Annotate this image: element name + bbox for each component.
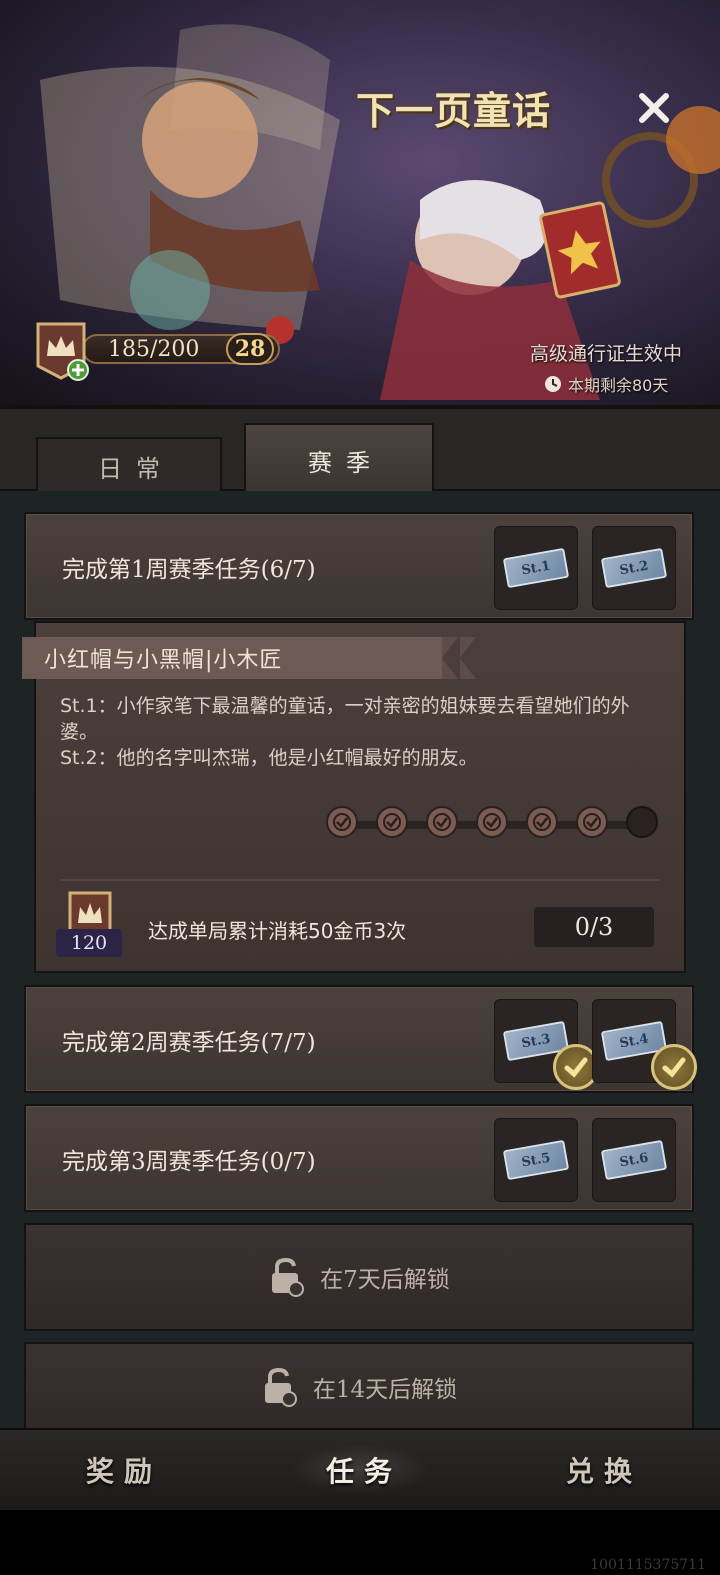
ribbon-decoration [442,637,458,679]
crown-badge-icon[interactable] [32,320,90,382]
exp-value: 185/200 [108,336,200,362]
footer: 1001115375711 [0,1510,720,1575]
lock-icon [264,1367,297,1407]
check-icon [333,813,351,831]
progress-node-pending [626,806,658,838]
season-task-list[interactable]: 完成第1周赛季任务(6/7) St.1 St.2 小红帽与小黑帽|小木匠 St.… [0,491,720,1432]
reward-slot[interactable]: St.3 [494,999,599,1090]
story-detail-card: 小红帽与小黑帽|小木匠 St.1：小作家笔下最温馨的童话，一对亲密的姐妹要去看望… [22,621,686,973]
week-task-title: 完成第2周赛季任务(7/7) [62,1030,316,1056]
nav-rewards[interactable]: 奖励 [86,1450,162,1490]
app-root: 下一页童话 185/200 28 高级通行证生效中 本期剩余80天 日常 赛季 [0,0,720,1575]
reward-slot[interactable]: St.4 [592,999,697,1090]
check-icon [533,813,551,831]
story-ticket-icon: St.2 [600,547,668,589]
task-progress: 0/3 [534,907,654,947]
story-ticket-icon: St.5 [502,1139,570,1181]
season-time-remaining: 本期剩余80天 [544,372,668,396]
season-level: 28 [226,333,274,365]
week-task-progress: (7/7) [260,1030,316,1056]
unlock-countdown: 在7天后解锁 [320,1267,450,1293]
nav-tasks[interactable]: 任务 [326,1450,402,1490]
check-icon [383,813,401,831]
story-label: St.2 [60,747,98,769]
check-icon [433,813,451,831]
days-left-text: 本期剩余80天 [568,376,669,395]
nav-exchange[interactable]: 兑换 [566,1450,642,1490]
check-icon [583,813,601,831]
progress-node-complete [476,806,508,838]
tab-season[interactable]: 赛季 [244,423,434,495]
story-description: St.1：小作家笔下最温馨的童话，一对亲密的姐妹要去看望她们的外婆。 St.2：… [60,695,630,769]
season-banner: 下一页童话 185/200 28 高级通行证生效中 本期剩余80天 [0,0,720,405]
event-title: 下一页童话 [356,88,552,133]
week-task-card[interactable]: 完成第3周赛季任务(0/7) St.5 St.6 [24,1104,694,1212]
divider [60,879,660,881]
reward-slot[interactable]: St.2 [592,526,676,610]
lock-icon [272,1257,305,1297]
story-ticket-icon: St.6 [600,1139,668,1181]
week-task-progress: (0/7) [260,1149,316,1175]
progress-node-complete [326,806,358,838]
tab-daily[interactable]: 日常 [36,437,222,495]
story-ticket-icon: St.1 [502,547,570,589]
task-tab-bar: 日常 赛季 [0,405,720,495]
week-task-card[interactable]: 完成第2周赛季任务(7/7) St.3 St.4 [24,985,697,1093]
close-button[interactable] [630,84,678,132]
progress-node-complete [576,806,608,838]
ribbon-decoration [460,637,476,679]
reward-slot[interactable]: St.5 [494,1118,578,1202]
week-task-title: 完成第3周赛季任务(0/7) [62,1149,316,1175]
progress-node-complete [376,806,408,838]
progress-node-complete [426,806,458,838]
bottom-navigation: 奖励 任务 兑换 [0,1428,720,1510]
premium-pass-status: 高级通行证生效中 [530,343,683,365]
unlock-countdown: 在14天后解锁 [312,1377,458,1403]
claimed-check-icon [651,1044,697,1090]
week-task-title: 完成第1周赛季任务(6/7) [62,557,316,583]
locked-week-card: 在7天后解锁 [24,1223,694,1331]
week-task-progress: (6/7) [260,557,316,583]
build-id: 1001115375711 [590,1557,706,1573]
task-description: 达成单局累计消耗50金币3次 [148,919,407,943]
clock-icon [545,376,561,392]
task-reward-amount: 120 [56,929,122,957]
story-label: St.1 [60,695,98,717]
locked-week-card: 在14天后解锁 [24,1342,694,1432]
progress-node-complete [526,806,558,838]
reward-slot[interactable]: St.6 [592,1118,676,1202]
reward-slot[interactable]: St.1 [494,526,578,610]
week-task-card[interactable]: 完成第1周赛季任务(6/7) St.1 St.2 [24,512,694,620]
check-icon [483,813,501,831]
story-title: 小红帽与小黑帽|小木匠 [22,637,442,679]
close-icon [639,93,669,123]
